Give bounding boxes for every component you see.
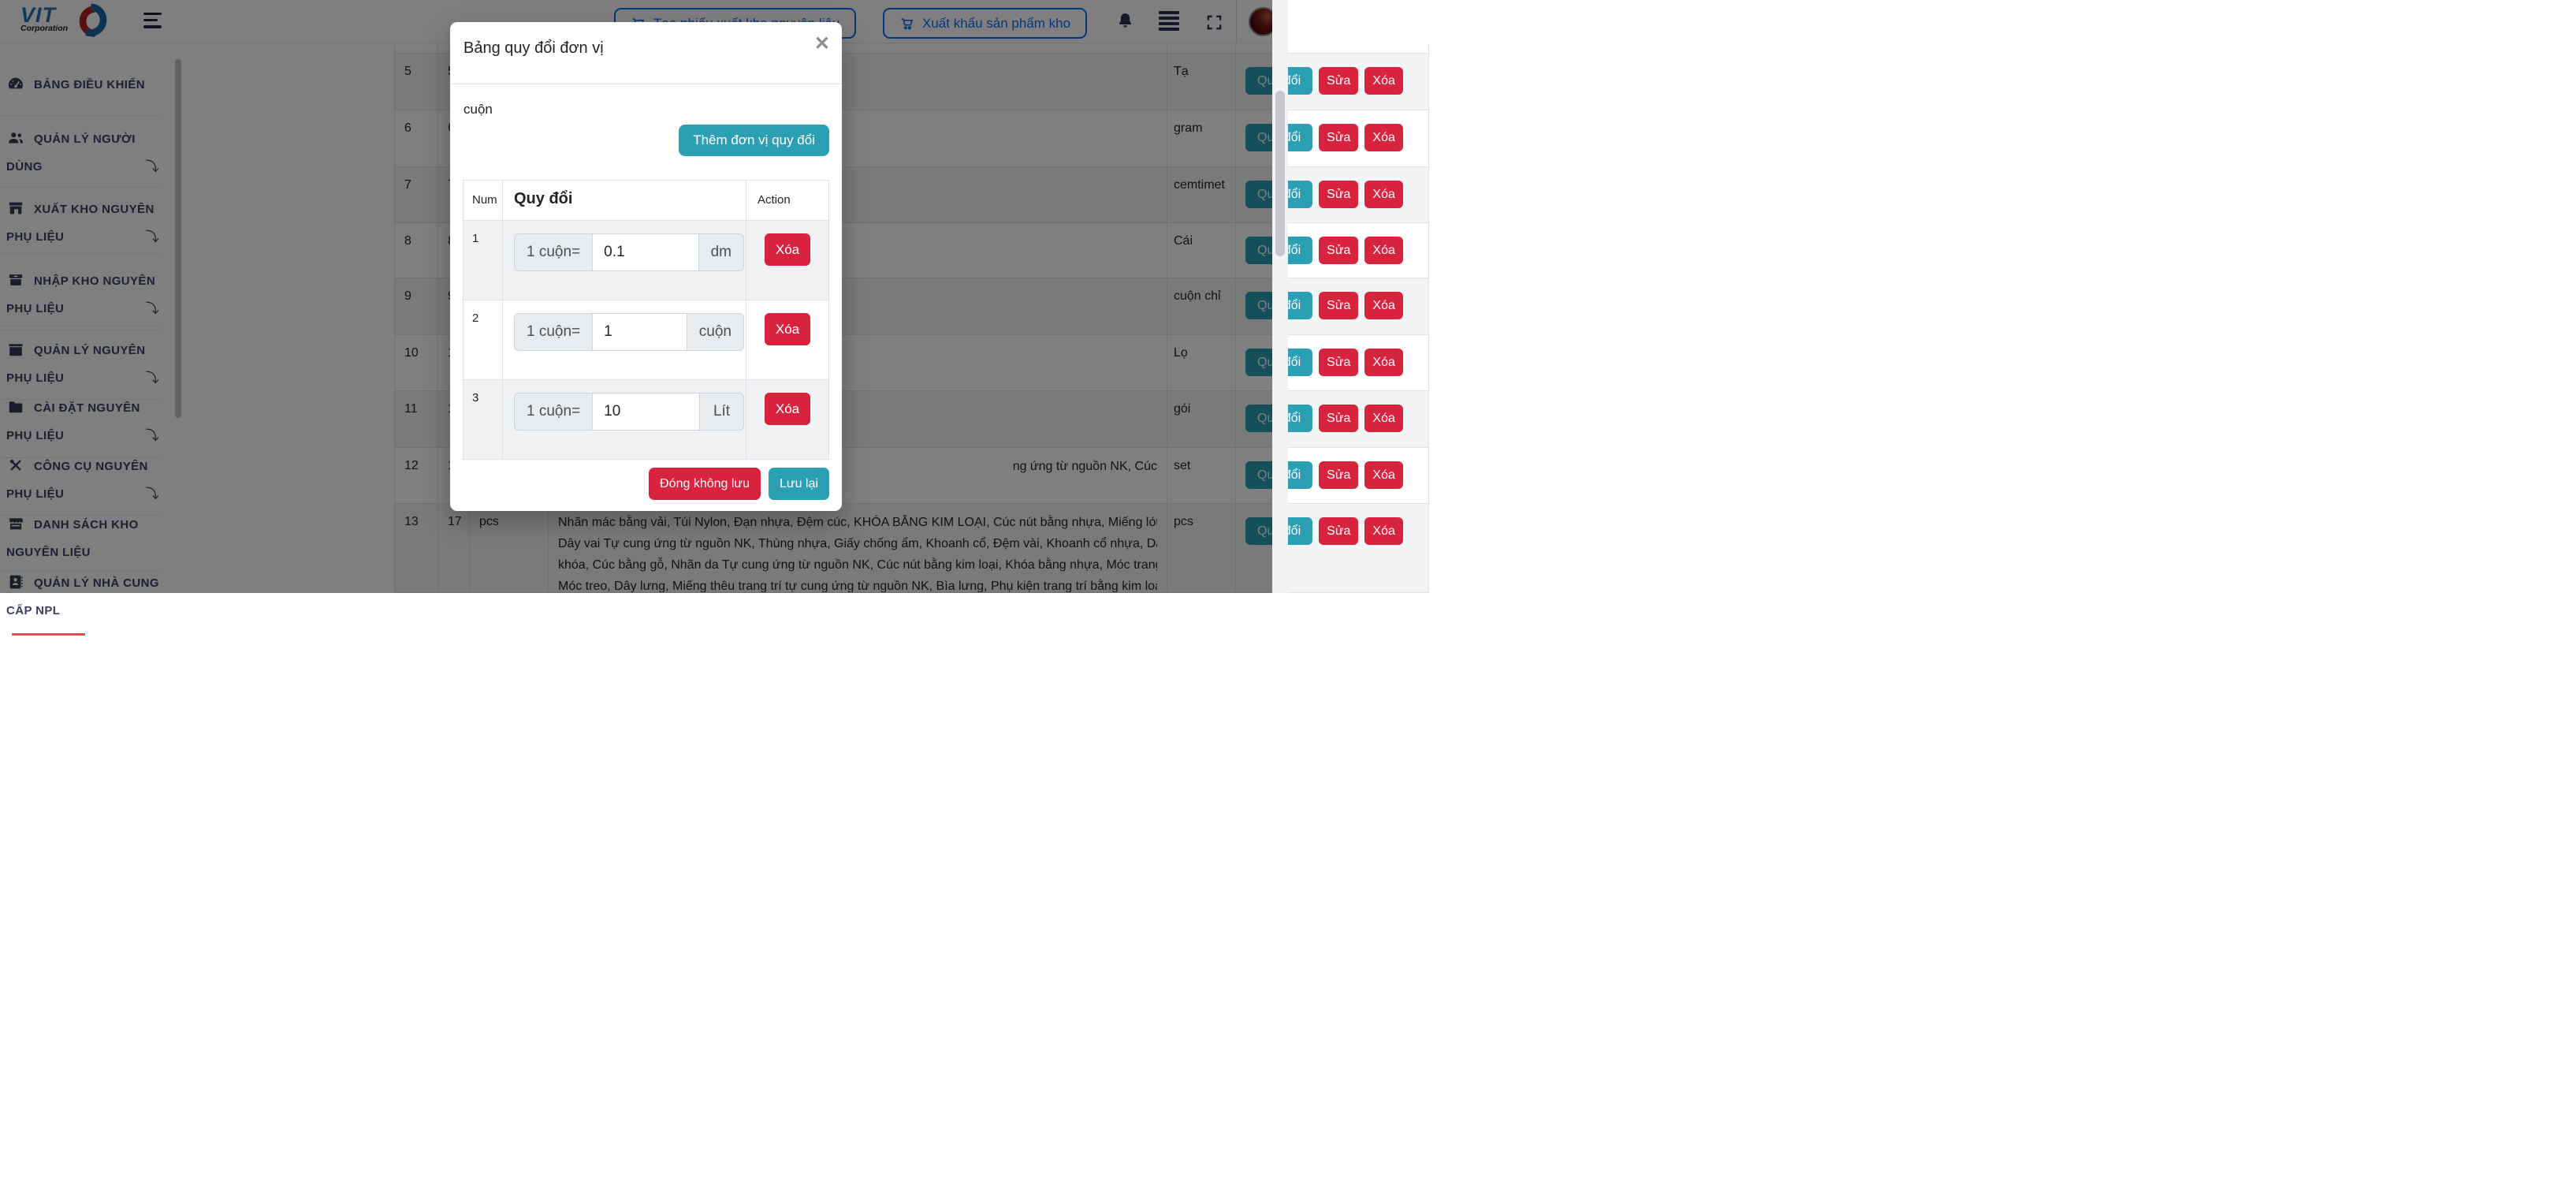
delete-button[interactable]: Xóa [1364,349,1402,376]
conversion-table-header: Num Quy đổi Action [463,181,828,221]
add-conversion-button[interactable]: Thêm đơn vị quy đổi [679,125,829,156]
close-icon[interactable]: ✕ [814,35,830,54]
conversion-value-input[interactable] [592,233,698,271]
conversion-row: 1 1 cuộn= dm Xóa [463,221,828,300]
conversion-value-input[interactable] [592,393,700,431]
modal-unit-label: cuộn [463,102,493,117]
row-num: 1 [463,221,503,300]
delete-conversion-button[interactable]: Xóa [765,313,810,345]
page-scrollbar[interactable] [1272,0,1288,593]
edit-button[interactable]: Sửa [1319,181,1358,208]
column-header-num: Num [463,181,503,220]
delete-conversion-button[interactable]: Xóa [765,393,810,425]
conversion-input-group: 1 cuộn= dm [514,233,744,271]
edit-button[interactable]: Sửa [1319,405,1358,432]
save-button[interactable]: Lưu lại [769,468,829,500]
conversion-unit: dm [699,233,744,271]
conversion-input-group: 1 cuộn= cuộn [514,313,744,351]
conversion-prefix: 1 cuộn= [514,393,592,431]
conversion-unit: Lít [700,393,744,431]
edit-button[interactable]: Sửa [1319,237,1358,264]
delete-button[interactable]: Xóa [1364,237,1402,264]
column-header-action: Action [746,181,828,220]
page-scrollbar-thumb[interactable] [1275,91,1285,256]
conversion-unit: cuộn [687,313,744,351]
delete-button[interactable]: Xóa [1364,517,1402,545]
modal-title: Bảng quy đổi đơn vị [463,39,604,58]
edit-button[interactable]: Sửa [1319,461,1358,489]
active-link-underline [12,633,85,636]
conversion-prefix: 1 cuộn= [514,233,592,271]
edit-button[interactable]: Sửa [1319,517,1358,545]
edit-button[interactable]: Sửa [1319,124,1358,151]
conversion-value-input[interactable] [592,313,687,351]
conversion-prefix: 1 cuộn= [514,313,592,351]
delete-conversion-button[interactable]: Xóa [765,233,810,266]
close-without-save-button[interactable]: Đóng không lưu [649,468,761,500]
delete-button[interactable]: Xóa [1364,181,1402,208]
edit-button[interactable]: Sửa [1319,67,1358,95]
unit-conversion-modal: Bảng quy đổi đơn vị ✕ cuộn Thêm đơn vị q… [450,22,842,511]
delete-button[interactable]: Xóa [1364,405,1402,432]
row-num: 2 [463,300,503,379]
row-num: 3 [463,380,503,459]
edit-button[interactable]: Sửa [1319,292,1358,319]
delete-button[interactable]: Xóa [1364,292,1402,319]
conversion-row: 2 1 cuộn= cuộn Xóa [463,300,828,380]
column-header-conversion: Quy đổi [503,181,746,220]
delete-button[interactable]: Xóa [1364,461,1402,489]
conversion-table: Num Quy đổi Action 1 1 cuộn= dm Xóa 2 1 … [463,180,829,460]
edit-button[interactable]: Sửa [1319,349,1358,376]
delete-button[interactable]: Xóa [1364,67,1402,95]
delete-button[interactable]: Xóa [1364,124,1402,151]
conversion-row: 3 1 cuộn= Lít Xóa [463,380,828,460]
conversion-input-group: 1 cuộn= Lít [514,393,744,431]
